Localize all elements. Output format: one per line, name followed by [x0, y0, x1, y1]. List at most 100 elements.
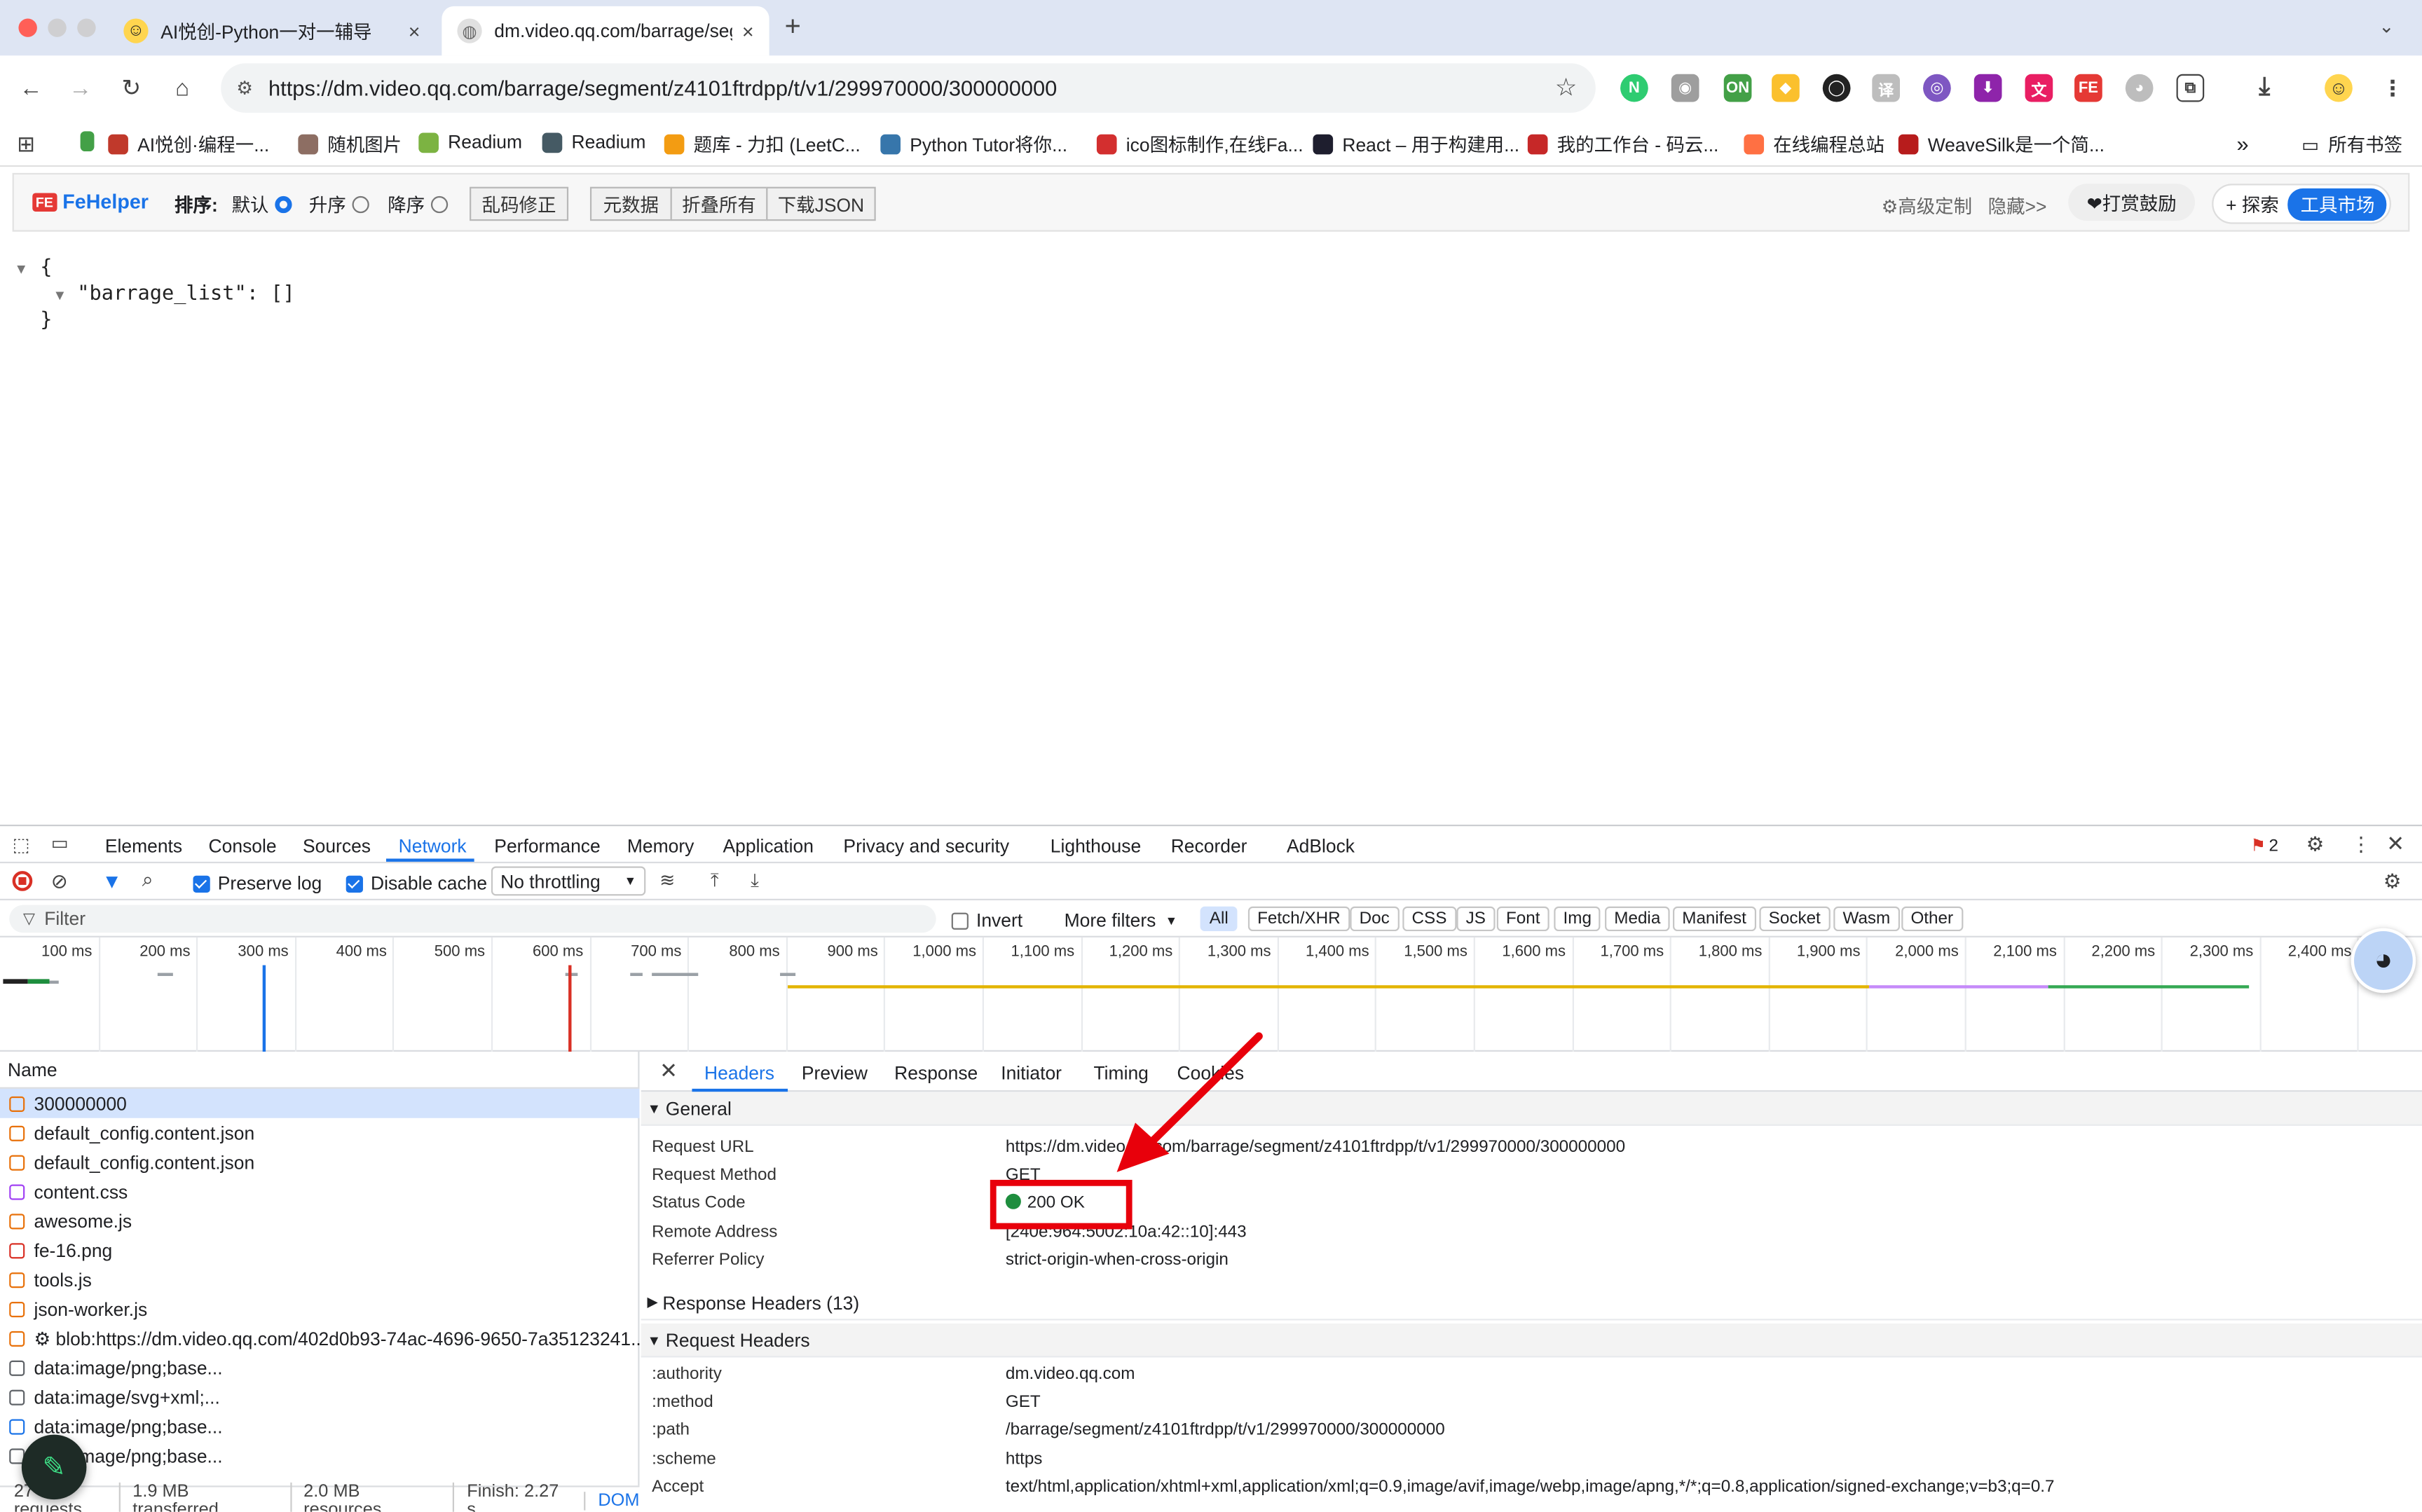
bookmark-item[interactable]: AI悦创·编程一...	[108, 131, 269, 157]
site-info-icon[interactable]: ⚙	[236, 77, 253, 99]
invert-checkbox[interactable]: Invert	[951, 909, 1022, 931]
camera-icon[interactable]: ◉	[1671, 74, 1699, 102]
network-conditions-icon[interactable]: ≋	[659, 870, 675, 891]
download-icon[interactable]: ⤓	[2250, 74, 2279, 102]
filter-type-css[interactable]: CSS	[1402, 906, 1456, 932]
new-tab-button[interactable]: +	[785, 11, 801, 43]
general-section-header[interactable]: ▼ General	[641, 1092, 2422, 1126]
forward-arrow-icon[interactable]: →	[63, 71, 97, 104]
request-row[interactable]: default_config.content.json	[0, 1148, 639, 1177]
floating-edit-pencil-icon[interactable]: ✎	[21, 1434, 87, 1500]
request-headers-section-header[interactable]: ▼ Request Headers	[641, 1323, 2422, 1358]
filter-type-socket[interactable]: Socket	[1759, 906, 1831, 932]
request-row[interactable]: content.css	[0, 1177, 639, 1207]
tab-performance[interactable]: Performance	[494, 835, 600, 857]
extensions-puzzle-icon[interactable]: ⧉	[2176, 74, 2205, 102]
request-header-value[interactable]: https	[1006, 1450, 1043, 1468]
tab-memory[interactable]: Memory	[627, 835, 695, 857]
extension-pink-icon[interactable]: 文	[2025, 74, 2053, 102]
apps-grid-icon[interactable]: ⊞	[17, 131, 35, 157]
collapse-triangle-icon[interactable]: ▼	[55, 289, 64, 304]
filter-type-all[interactable]: All	[1200, 906, 1238, 932]
home-icon[interactable]: ⌂	[165, 71, 199, 104]
tab-preview[interactable]: Preview	[802, 1062, 868, 1084]
more-filters-dropdown[interactable]: More filters ▼	[1065, 909, 1177, 931]
network-settings-icon[interactable]: ⚙	[2383, 870, 2402, 894]
extension-on-icon[interactable]: ON	[1723, 74, 1752, 102]
tab-console[interactable]: Console	[209, 835, 277, 857]
filter-type-font[interactable]: Font	[1496, 906, 1549, 932]
tab-lighthouse[interactable]: Lighthouse	[1051, 835, 1141, 857]
inspect-element-icon[interactable]: ⬚	[13, 834, 30, 855]
advanced-settings-link[interactable]: ⚙高级定制	[1882, 193, 1973, 219]
tab-sources[interactable]: Sources	[303, 835, 371, 857]
extension-gold-icon[interactable]: ◆	[1772, 74, 1800, 102]
reload-icon[interactable]: ↻	[114, 71, 148, 104]
request-row[interactable]: default_config.content.json	[0, 1118, 639, 1148]
filter-type-media[interactable]: Media	[1605, 906, 1670, 932]
bookmark-item[interactable]: WeaveSilk是一个简...	[1898, 131, 2105, 157]
request-row[interactable]: tools.js	[0, 1265, 639, 1294]
tab-response[interactable]: Response	[894, 1062, 978, 1084]
profile-avatar-icon[interactable]: ◕	[2125, 74, 2154, 102]
request-row[interactable]: fe-16.png	[0, 1235, 639, 1265]
request-row[interactable]: data:image/svg+xml;...	[0, 1382, 639, 1412]
request-row[interactable]: ⚙ blob:https://dm.video.qq.com/402d0b93-…	[0, 1324, 639, 1353]
fold-all-button[interactable]: 折叠所有	[670, 186, 768, 221]
request-header-value[interactable]: GET	[1006, 1393, 1041, 1411]
minimize-window-button[interactable]	[48, 18, 67, 37]
filter-input[interactable]: ▽ Filter	[9, 905, 936, 933]
tab-initiator[interactable]: Initiator	[1001, 1062, 1062, 1084]
bookmark-item[interactable]: React – 用于构建用...	[1313, 131, 1519, 157]
explore-button[interactable]: + 探索 工具市场	[2212, 184, 2391, 224]
filter-type-manifest[interactable]: Manifest	[1673, 906, 1756, 932]
sort-desc-radio[interactable]: 降序	[388, 191, 449, 217]
general-value[interactable]: strict-origin-when-cross-origin	[1006, 1251, 1229, 1269]
close-details-icon[interactable]: ✕	[659, 1058, 678, 1084]
extension-purple-icon[interactable]: ◎	[1923, 74, 1951, 102]
extension-n-icon[interactable]: N	[1620, 74, 1648, 102]
fehelper-icon[interactable]: FE	[2074, 74, 2102, 102]
preserve-log-checkbox[interactable]: Preserve log	[193, 872, 322, 894]
request-header-value[interactable]: text/html,application/xhtml+xml,applicat…	[1006, 1478, 2055, 1496]
tab-recorder[interactable]: Recorder	[1171, 835, 1247, 857]
tab-dm-video[interactable]: ◍ dm.video.qq.com/barrage/seg ×	[442, 6, 769, 56]
hide-toolbar-link[interactable]: 隐藏>>	[1988, 193, 2047, 219]
request-row[interactable]: 300000000	[0, 1088, 640, 1118]
fix-garbled-button[interactable]: 乱码修正	[470, 186, 569, 221]
collapse-triangle-icon[interactable]: ▼	[17, 263, 25, 278]
tool-market-badge[interactable]: 工具市场	[2288, 187, 2388, 221]
all-bookmarks-folder[interactable]: ▭ 所有书签	[2301, 131, 2402, 157]
request-header-value[interactable]: dm.video.qq.com	[1006, 1365, 1135, 1383]
close-window-button[interactable]	[18, 18, 37, 37]
menu-kebab-icon[interactable]: ⋮	[2379, 74, 2407, 102]
filter-type-img[interactable]: Img	[1554, 906, 1601, 932]
assistant-avatar-icon[interactable]: ◕	[2351, 928, 2416, 994]
back-arrow-icon[interactable]: ←	[14, 71, 48, 104]
import-har-icon[interactable]: ⤒	[711, 870, 719, 893]
maximize-window-button[interactable]	[77, 18, 96, 37]
bookmark-item[interactable]: Readium	[542, 131, 645, 153]
filter-type-fetch-xhr[interactable]: Fetch/XHR	[1247, 906, 1350, 932]
tab-privacy-security[interactable]: Privacy and security	[843, 835, 1009, 857]
bookmark-item[interactable]: ico图标制作,在线Fa...	[1096, 131, 1304, 157]
filter-type-js[interactable]: JS	[1456, 906, 1496, 932]
bookmark-item[interactable]: 我的工作台 - 码云...	[1527, 131, 1718, 157]
request-row[interactable]: data:image/png;base...	[0, 1412, 639, 1441]
github-icon[interactable]: ◯	[1822, 74, 1851, 102]
tab-ai-yuechuang[interactable]: ☺ AI悦创-Python一对一辅导 ×	[108, 6, 435, 56]
tab-application[interactable]: Application	[723, 835, 814, 857]
translate-icon[interactable]: 译	[1872, 74, 1901, 102]
settings-gear-icon[interactable]: ⚙	[2306, 832, 2325, 857]
download-json-button[interactable]: 下载JSON	[766, 186, 876, 221]
filter-funnel-icon[interactable]: ▼	[102, 870, 121, 893]
tab-headers[interactable]: Headers	[704, 1062, 774, 1084]
donate-button[interactable]: ❤打赏鼓励	[2068, 184, 2195, 221]
filter-type-wasm[interactable]: Wasm	[1833, 906, 1900, 932]
device-toolbar-icon[interactable]: ▭	[51, 832, 69, 854]
search-icon[interactable]: ⌕	[142, 868, 153, 893]
metadata-button[interactable]: 元数据	[589, 186, 672, 221]
throttling-select[interactable]: No throttling ▼	[491, 866, 646, 896]
close-tab-icon[interactable]: ×	[742, 20, 754, 43]
sort-asc-radio[interactable]: 升序	[309, 191, 369, 217]
